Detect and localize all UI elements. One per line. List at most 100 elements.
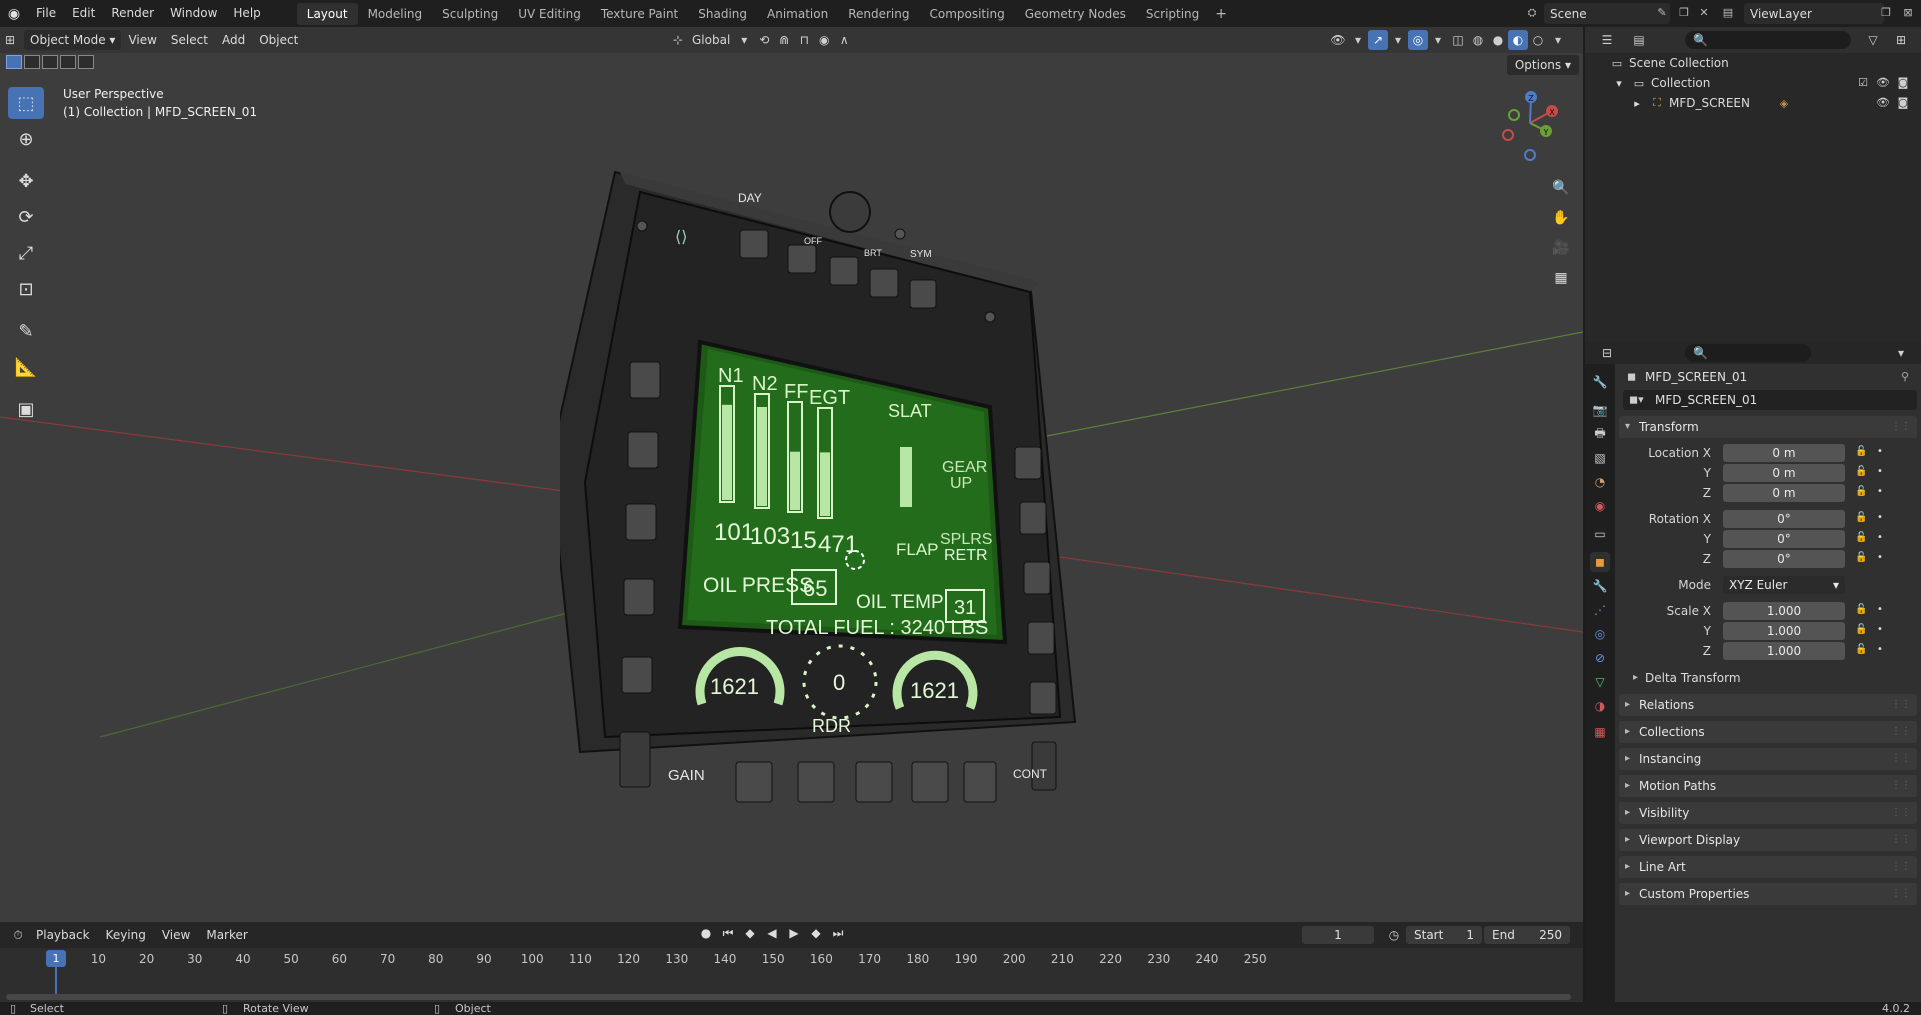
checkbox-icon[interactable]: ☑ <box>1855 75 1871 91</box>
material-shading-icon[interactable]: ◐ <box>1508 30 1528 50</box>
chevron-down-icon[interactable]: ▾ <box>1611 77 1627 90</box>
scale-tool-icon[interactable]: ⤢ <box>8 237 44 269</box>
falloff-icon[interactable]: ∧ <box>834 30 854 50</box>
lock-icon[interactable]: 🔓 <box>1855 512 1867 523</box>
play-reverse-icon[interactable]: ◀ <box>763 926 781 941</box>
navigation-gizmo[interactable]: X Y Z <box>1490 85 1570 165</box>
collection-tab-icon[interactable]: ▭ <box>1590 524 1610 544</box>
custom-properties-panel-header[interactable]: ▸ Custom Properties ⋮⋮ <box>1619 883 1917 905</box>
menu-select[interactable]: Select <box>164 33 215 47</box>
drag-handle-icon[interactable]: ⋮⋮ <box>1891 883 1911 905</box>
constraints-tab-icon[interactable]: ⊘ <box>1590 648 1610 668</box>
keyframe-dot-icon[interactable]: • <box>1877 486 1883 497</box>
keyframe-dot-icon[interactable]: • <box>1877 466 1883 477</box>
record-icon[interactable]: ● <box>697 926 715 941</box>
menu-timeline-view[interactable]: View <box>154 928 198 942</box>
drag-handle-icon[interactable]: ⋮⋮ <box>1891 856 1911 878</box>
add-workspace-icon[interactable]: + <box>1209 6 1233 22</box>
chevron-right-icon[interactable]: ▸ <box>1629 97 1645 110</box>
viewport-display-panel-header[interactable]: ▸ Viewport Display ⋮⋮ <box>1619 829 1917 851</box>
gizmo-toggle-icon[interactable]: ↗ <box>1368 30 1388 50</box>
menu-help[interactable]: Help <box>225 0 268 27</box>
view-layer-selector-icon[interactable]: ▤ <box>1720 5 1736 21</box>
jump-end-icon[interactable]: ⏭ <box>829 926 847 941</box>
eye-icon[interactable]: 👁 <box>1875 95 1891 111</box>
rotate-tool-icon[interactable]: ⟳ <box>8 201 44 233</box>
camera-icon[interactable]: ◙ <box>1895 95 1911 111</box>
outliner-collection[interactable]: ▾ ▭ Collection ☑ 👁 ◙ <box>1585 73 1921 93</box>
output-tab-icon[interactable]: 🖶 <box>1590 424 1610 444</box>
tab-scripting[interactable]: Scripting <box>1136 3 1209 25</box>
filter-icon[interactable]: ▽ <box>1863 30 1883 50</box>
chevron-down-icon[interactable]: ▾ <box>734 30 754 50</box>
keyframe-dot-icon[interactable]: • <box>1877 532 1883 543</box>
tab-geometry-nodes[interactable]: Geometry Nodes <box>1015 3 1136 25</box>
menu-render[interactable]: Render <box>103 0 162 27</box>
playhead[interactable]: 1 <box>46 950 66 967</box>
lock-icon[interactable]: 🔓 <box>1855 466 1867 477</box>
prev-keyframe-icon[interactable]: ◆ <box>741 926 759 941</box>
scale-y-field[interactable]: 1.000 <box>1723 622 1845 640</box>
menu-edit[interactable]: Edit <box>64 0 103 27</box>
overlays-toggle-icon[interactable]: ◎ <box>1408 30 1428 50</box>
modifier-tab-icon[interactable]: 🔧 <box>1590 576 1610 596</box>
menu-file[interactable]: File <box>28 0 64 27</box>
menu-object[interactable]: Object <box>252 33 305 47</box>
play-icon[interactable]: ▶ <box>785 926 803 941</box>
scene-selector-icon[interactable]: ⛭ <box>1524 5 1540 21</box>
tab-modeling[interactable]: Modeling <box>358 3 433 25</box>
location-x-field[interactable]: 0 m <box>1723 444 1845 462</box>
tab-shading[interactable]: Shading <box>688 3 757 25</box>
texture-tab-icon[interactable]: ▦ <box>1590 722 1610 742</box>
scale-z-field[interactable]: 1.000 <box>1723 642 1845 660</box>
menu-marker[interactable]: Marker <box>198 928 255 942</box>
keyframe-dot-icon[interactable]: • <box>1877 552 1883 563</box>
select-box-tool-icon[interactable]: ⬚ <box>8 87 44 119</box>
data-tab-icon[interactable]: ▽ <box>1590 672 1610 692</box>
outliner-search-input[interactable]: 🔍 <box>1685 31 1851 49</box>
keyframe-dot-icon[interactable]: • <box>1877 624 1883 635</box>
next-keyframe-icon[interactable]: ◆ <box>807 926 825 941</box>
material-tab-icon[interactable]: ◑ <box>1590 696 1610 716</box>
timeline-ruler[interactable]: 10 20 30 40 50 60 70 80 90 100 110 120 130 140 150 160 1… <box>0 948 1583 1002</box>
clock-icon[interactable]: ◷ <box>1384 925 1404 945</box>
delete-view-layer-icon[interactable]: ⊠ <box>1900 5 1916 21</box>
view-layer-field[interactable]: ViewLayer <box>1744 3 1884 24</box>
blender-logo-icon[interactable]: ◉ <box>0 0 28 27</box>
snap-target-icon[interactable]: ⊓ <box>794 30 814 50</box>
move-tool-icon[interactable]: ✥ <box>8 165 44 197</box>
3d-viewport[interactable]: ⊞ Object Mode ▾ View Select Add Object ⊹… <box>0 27 1583 922</box>
tab-layout[interactable]: Layout <box>296 2 358 25</box>
proportional-edit-icon[interactable]: ◉ <box>814 30 834 50</box>
drag-handle-icon[interactable]: ⋮⋮ <box>1891 802 1911 824</box>
end-frame-field[interactable]: End 250 <box>1484 926 1570 944</box>
select-intersect-icon[interactable] <box>78 55 94 69</box>
new-collection-icon[interactable]: ⊞ <box>1891 30 1911 50</box>
snap-icon[interactable]: ⋒ <box>774 30 794 50</box>
scale-x-field[interactable]: 1.000 <box>1723 602 1845 620</box>
chevron-down-icon[interactable]: ▾ <box>1891 343 1911 363</box>
timeline-editor-icon[interactable]: ⏱ <box>8 925 28 945</box>
cursor-tool-icon[interactable]: ⊕ <box>8 123 44 155</box>
jump-start-icon[interactable]: ⏮ <box>719 926 737 941</box>
keyframe-dot-icon[interactable]: • <box>1877 644 1883 655</box>
menu-window[interactable]: Window <box>162 0 225 27</box>
pan-hand-icon[interactable]: ✋ <box>1548 205 1574 231</box>
scene-field[interactable]: Scene <box>1544 3 1670 24</box>
menu-add[interactable]: Add <box>215 33 252 47</box>
lock-icon[interactable]: 🔓 <box>1855 446 1867 457</box>
keyframe-dot-icon[interactable]: • <box>1877 604 1883 615</box>
annotate-tool-icon[interactable]: ✎ <box>8 315 44 347</box>
pivot-point-icon[interactable]: ⟲ <box>754 30 774 50</box>
tab-animation[interactable]: Animation <box>757 3 838 25</box>
select-invert-icon[interactable] <box>60 55 76 69</box>
solid-shading-icon[interactable]: ● <box>1488 30 1508 50</box>
tab-uv-editing[interactable]: UV Editing <box>508 3 591 25</box>
measure-tool-icon[interactable]: 📐 <box>8 351 44 383</box>
physics-tab-icon[interactable]: ◎ <box>1590 624 1610 644</box>
properties-editor-icon[interactable]: ⊟ <box>1597 343 1617 363</box>
add-cube-tool-icon[interactable]: ▣ <box>8 393 44 425</box>
delta-transform-panel[interactable]: ▸ Delta Transform <box>1629 668 1917 688</box>
select-new-icon[interactable] <box>6 55 22 69</box>
motion-paths-panel-header[interactable]: ▸ Motion Paths ⋮⋮ <box>1619 775 1917 797</box>
